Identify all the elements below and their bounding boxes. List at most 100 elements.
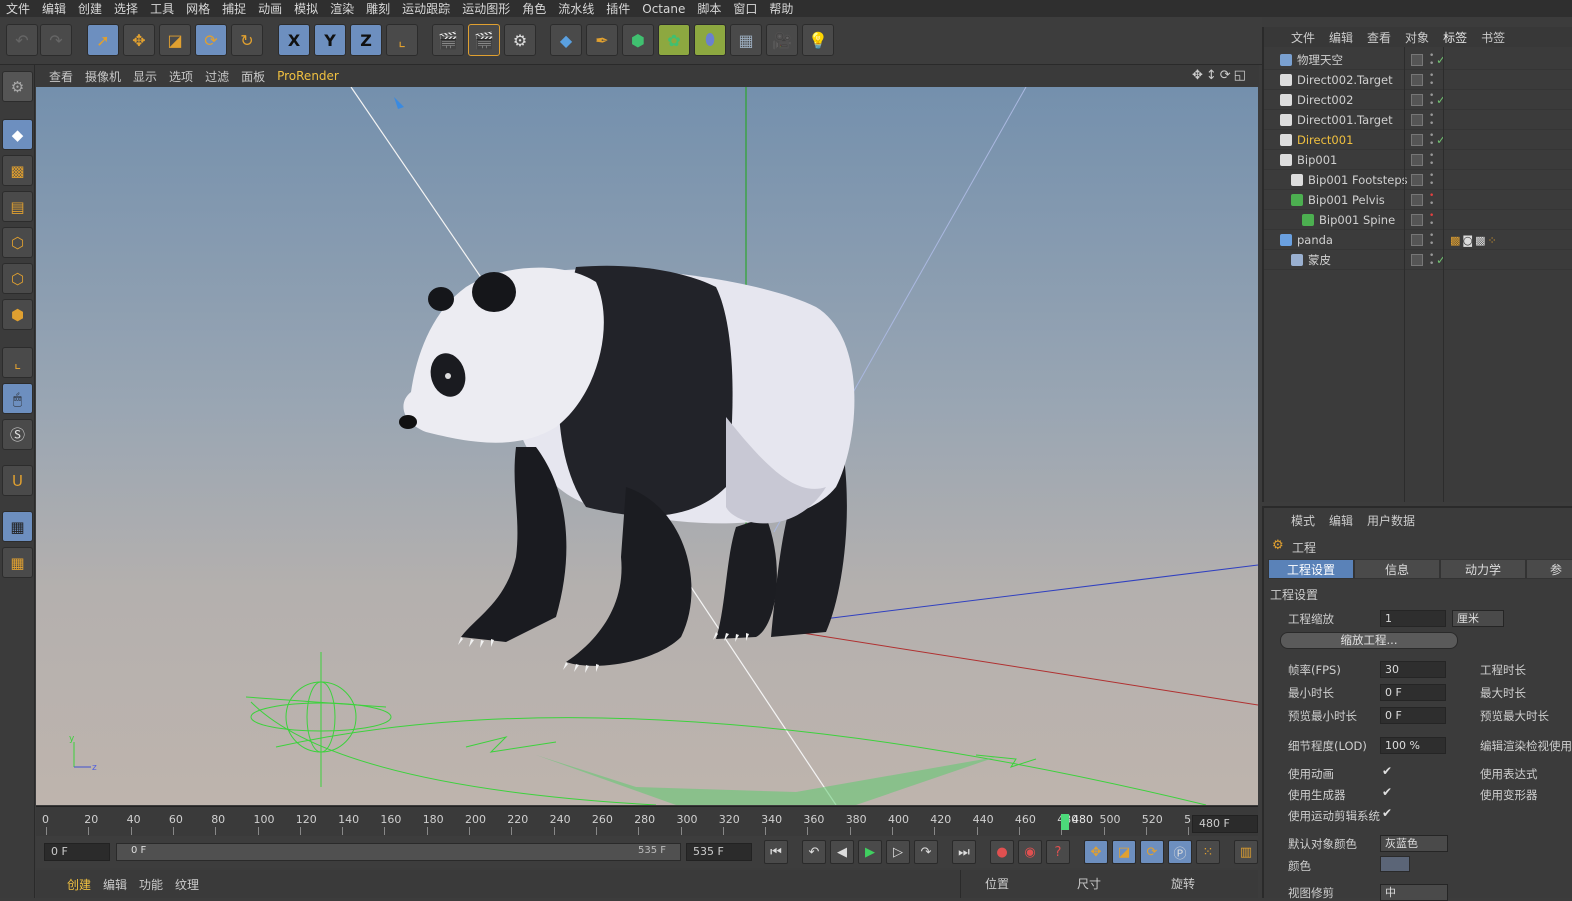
menu-item[interactable]: 工具 [144,0,180,17]
goto-start-icon[interactable]: ⏮ [764,840,788,864]
object-menu-item[interactable]: 查看 [1360,29,1398,46]
deformer-icon[interactable]: ⬮ [694,24,726,56]
material-tab[interactable]: 纹理 [169,876,205,893]
visibility-dots[interactable]: • • [1429,212,1434,229]
visibility-dots[interactable]: • • [1429,232,1434,249]
use-animation-checkbox[interactable]: ✔ [1382,764,1392,778]
preview-min-input[interactable]: 0 F [1380,707,1446,724]
key-scale-icon[interactable]: ◪ [1112,840,1136,864]
snap-icon[interactable]: U [2,465,33,496]
use-generator-checkbox[interactable]: ✔ [1382,785,1392,799]
object-row[interactable]: 物理天空 • • ✓ [1264,50,1572,70]
object-row[interactable]: Bip001 Spine • • [1264,210,1572,230]
layer-icon[interactable] [1411,54,1423,66]
timeline-window-icon[interactable]: ▥ [1234,840,1258,864]
menu-item[interactable]: 模拟 [288,0,324,17]
material-tab[interactable]: 功能 [133,876,169,893]
scale-tool-button[interactable]: ◪ [159,24,191,56]
next-key-icon[interactable]: ↷ [914,840,938,864]
layer-icon[interactable] [1411,214,1423,226]
x-axis-button[interactable]: X [278,24,310,56]
layer-icon[interactable] [1411,114,1423,126]
next-frame-icon[interactable]: ▷ [886,840,910,864]
viewport-menu-item[interactable]: 查看 [43,68,79,85]
viewport-menu-item[interactable]: 显示 [127,68,163,85]
layer-icon[interactable] [1411,234,1423,246]
menu-item[interactable]: 雕刻 [360,0,396,17]
live-select-button[interactable]: ➚ [87,24,119,56]
lod-input[interactable]: 100 % [1380,737,1446,754]
menu-item[interactable]: 创建 [72,0,108,17]
viewport-menu-item[interactable]: ProRender [271,69,345,83]
menu-item[interactable]: 网格 [180,0,216,17]
timeline-playhead[interactable] [1061,814,1069,830]
menu-item[interactable]: 文件 [0,0,36,17]
layer-icon[interactable] [1411,174,1423,186]
prev-key-icon[interactable]: ↶ [802,840,826,864]
key-position-icon[interactable]: ✥ [1084,840,1108,864]
menu-item[interactable]: Octane [636,2,691,16]
material-tab[interactable]: 创建 [61,876,97,893]
visibility-dots[interactable]: • • [1429,52,1434,69]
object-row[interactable]: Direct001 • • ✓ [1264,130,1572,150]
object-row[interactable]: Direct001.Target • • [1264,110,1572,130]
viewport-3d[interactable]: y z [36,87,1258,805]
render-view-icon[interactable]: 🎬 [432,24,464,56]
object-row[interactable]: Bip001 • • [1264,150,1572,170]
attribute-menu-item[interactable]: 编辑 [1322,512,1360,529]
object-menu-item[interactable]: 对象 [1398,29,1436,46]
cloner-icon[interactable]: ✿ [658,24,690,56]
scale-project-button[interactable]: 缩放工程... [1280,632,1458,649]
enabled-check-icon[interactable]: ✓ [1436,90,1446,110]
tab-more[interactable]: 参 [1526,559,1572,579]
scale-unit-select[interactable]: 厘米 [1452,610,1504,627]
floor-icon[interactable]: ▦ [730,24,762,56]
coordinate-system-button[interactable]: ⌞ [386,24,418,56]
fps-input[interactable]: 30 [1380,661,1446,678]
tab-dynamics[interactable]: 动力学 [1440,559,1526,579]
object-menu-item[interactable]: 标签 [1436,29,1474,46]
z-axis-button[interactable]: Z [350,24,382,56]
viewport-menu-item[interactable]: 摄像机 [79,68,127,85]
object-row[interactable]: Direct002 • • ✓ [1264,90,1572,110]
rotate-tool-button[interactable]: ⟳ [195,24,227,56]
color-swatch[interactable] [1380,856,1410,872]
key-rotation-icon[interactable]: ⟳ [1140,840,1164,864]
default-color-select[interactable]: 灰蓝色 [1380,835,1448,852]
solo-icon[interactable]: Ⓢ [2,419,33,450]
visibility-dots[interactable]: • • [1429,192,1434,209]
min-time-input[interactable]: 0 F [1380,684,1446,701]
menu-item[interactable]: 流水线 [552,0,600,17]
object-row[interactable]: 蒙皮 • • ✓ [1264,250,1572,270]
object-menu-item[interactable]: 文件 [1284,29,1322,46]
play-icon[interactable]: ▶ [858,840,882,864]
planar-workplane-icon[interactable]: ▦ [2,547,33,578]
prev-frame-icon[interactable]: ◀ [830,840,854,864]
use-motion-clip-checkbox[interactable]: ✔ [1382,806,1392,820]
pen-tool-icon[interactable]: ✒ [586,24,618,56]
edge-mode-icon[interactable]: ⬡ [2,263,33,294]
make-editable-icon[interactable]: ⚙ [2,71,33,102]
layer-icon[interactable] [1411,154,1423,166]
texture-mode-icon[interactable]: ▩ [2,155,33,186]
tweak-mode-icon[interactable]: 🖱 [2,383,33,414]
point-mode-icon[interactable]: ⬡ [2,227,33,258]
menu-item[interactable]: 插件 [600,0,636,17]
camera-icon[interactable]: 🎥 [766,24,798,56]
object-row[interactable]: Bip001 Footsteps • • [1264,170,1572,190]
viewport-menu-item[interactable]: 面板 [235,68,271,85]
object-menu-item[interactable]: 书签 [1474,29,1512,46]
object-menu-item[interactable]: 编辑 [1322,29,1360,46]
light-bulb-icon[interactable]: 💡 [802,24,834,56]
undo-icon[interactable]: ↶ [6,24,38,56]
axis-mode-icon[interactable]: ⌞ [2,347,33,378]
autokey-icon[interactable]: ◉ [1018,840,1042,864]
viewport-menu-item[interactable]: 选项 [163,68,199,85]
visibility-dots[interactable]: • • [1429,132,1434,149]
range-slider[interactable]: 0 F 535 F [116,843,681,861]
layer-icon[interactable] [1411,134,1423,146]
scale-input[interactable]: 1 [1380,610,1446,627]
workplane-lock-icon[interactable]: ▦ [2,511,33,542]
visibility-dots[interactable]: • • [1429,172,1434,189]
panda-tags[interactable]: ▩◙▩⁘ [1450,234,1499,247]
